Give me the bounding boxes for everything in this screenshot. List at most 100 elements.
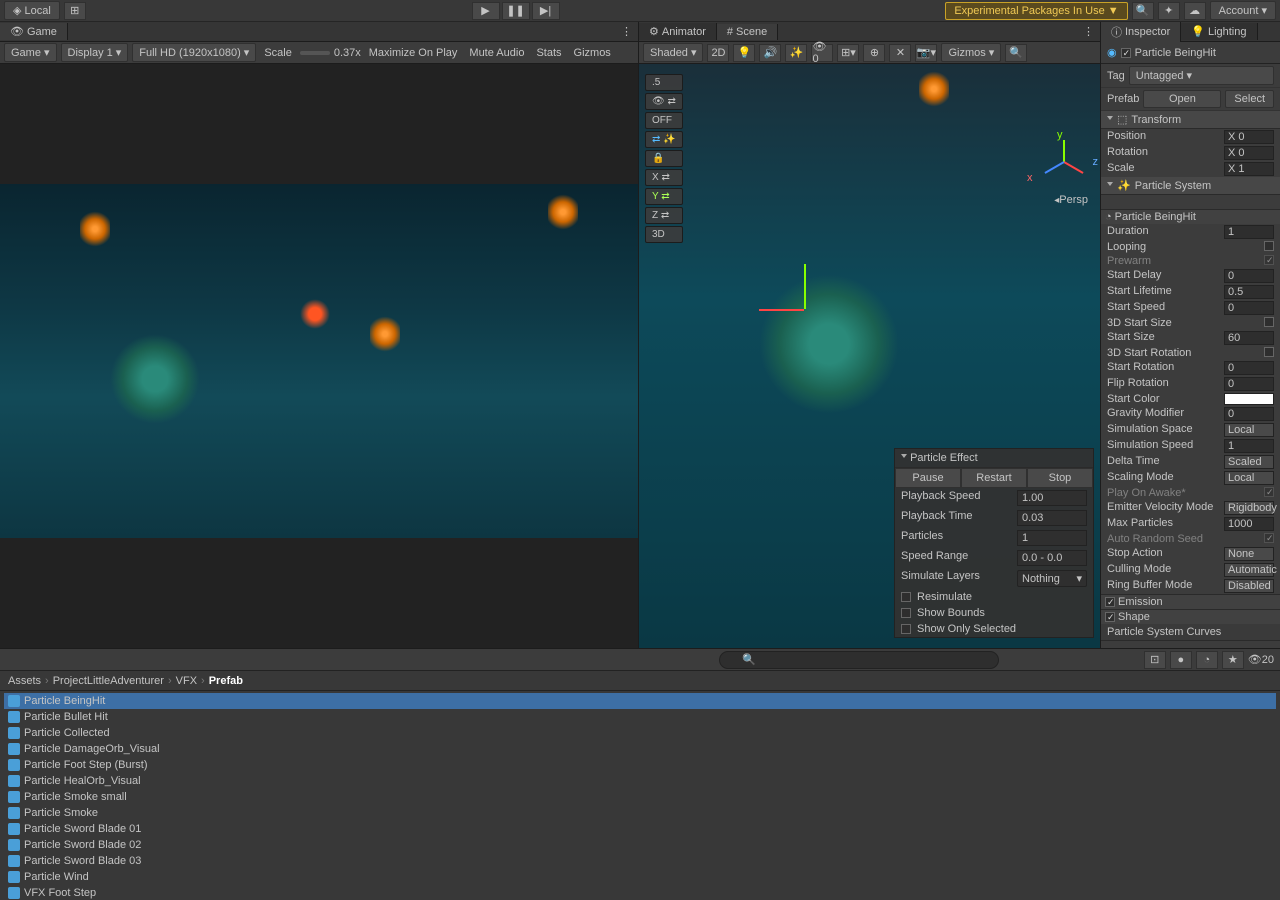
prop-checkbox[interactable] [1264,533,1274,543]
gizmos-dropdown[interactable]: Gizmos ▾ [941,43,1001,62]
asset-item[interactable]: VFX Foot Step [4,885,1276,900]
hidden-icon[interactable]: 👁0 [811,44,833,62]
prop-dropdown[interactable]: Local [1224,423,1274,437]
tool-x[interactable]: X ⇄ [645,169,683,186]
tab-menu-icon[interactable]: ⋮ [1077,25,1100,38]
prop-dropdown[interactable]: Disabled [1224,579,1274,593]
asset-item[interactable]: Particle Smoke small [4,789,1276,805]
breadcrumb[interactable]: Assets›ProjectLittleAdventurer›VFX›Prefa… [0,671,1280,691]
crumb[interactable]: VFX [176,675,197,687]
game-mode-dropdown[interactable]: Game ▾ [4,43,57,62]
step-button[interactable]: ▶| [532,2,560,20]
po-checkbox[interactable] [901,592,911,602]
scale-x[interactable]: X 1 [1224,162,1274,176]
asset-list[interactable]: Particle BeingHitParticle Bullet HitPart… [0,691,1280,900]
color-field[interactable] [1224,393,1274,405]
grid-snap-icon[interactable]: ⊞ [64,2,86,20]
gizmo-y-arrow[interactable] [804,264,806,309]
prefab-select-button[interactable]: Select [1225,90,1274,108]
particle-pause-button[interactable]: Pause [895,468,961,488]
prop-checkbox[interactable] [1264,241,1274,251]
prop-dropdown[interactable]: Automatic [1224,563,1274,577]
favorite-icon[interactable]: ● [1170,651,1192,669]
star-icon[interactable]: ★ [1222,651,1244,669]
module-header[interactable]: Emission [1101,594,1280,609]
tool-eye[interactable]: 👁 ⇄ [645,93,683,110]
package-warning[interactable]: Experimental Packages In Use ▼ [945,2,1127,20]
prop-dropdown[interactable]: Scaled [1224,455,1274,469]
tool-lock[interactable]: 🔒 [645,150,683,167]
search-icon[interactable]: 🔍 [1132,2,1154,20]
lighting-icon[interactable]: 💡 [733,44,755,62]
simulate-layers-dropdown[interactable]: Nothing ▾ [1017,570,1087,587]
scene-viewport[interactable]: .5 👁 ⇄ OFF ⇄ ✨ 🔒 X ⇄ Y ⇄ Z ⇄ 3D y x z ◂P… [639,64,1100,648]
particle-stop-button[interactable]: Stop [1027,468,1093,488]
audio-icon[interactable]: 🔊 [759,44,781,62]
asset-item[interactable]: Particle Sword Blade 02 [4,837,1276,853]
tab-menu-icon[interactable]: ⋮ [615,25,638,38]
tab-game[interactable]: 👁 Game [0,23,68,40]
label-icon[interactable]: ◔ [1196,651,1218,669]
gizmo-x-arrow[interactable] [759,309,804,311]
asset-item[interactable]: Particle Collected [4,725,1276,741]
local-button[interactable]: ◈ Local [4,1,60,20]
position-x[interactable]: X 0 [1224,130,1274,144]
stats-toggle[interactable]: Stats [532,47,565,59]
prop-dropdown[interactable]: Local [1224,471,1274,485]
module-header[interactable]: Shape [1101,609,1280,624]
prop-dropdown[interactable]: Rigidbody [1224,501,1274,515]
prop-field[interactable]: 1000 [1224,517,1274,531]
tab-inspector[interactable]: ⓘ Inspector [1101,22,1181,42]
object-name[interactable]: Particle BeingHit [1135,47,1274,59]
prop-field[interactable]: 1 [1224,225,1274,239]
asset-item[interactable]: Particle Sword Blade 01 [4,821,1276,837]
tab-scene[interactable]: # Scene [717,24,778,40]
main-module-header[interactable]: ◔ Particle BeingHit [1101,209,1280,224]
cloud-icon[interactable]: ☁ [1184,2,1206,20]
snap-icon[interactable]: ⊕ [863,44,885,62]
prop-field[interactable]: 0 [1224,361,1274,375]
po-value[interactable]: 1 [1017,530,1087,546]
particle-system-header[interactable]: ✨ Particle System [1101,177,1280,195]
po-checkbox[interactable] [901,624,911,634]
tag-dropdown[interactable]: Untagged ▾ [1129,66,1274,85]
pause-button[interactable]: ❚❚ [502,2,530,20]
2d-toggle[interactable]: 2D [707,44,729,62]
prop-field[interactable]: 60 [1224,331,1274,345]
play-button[interactable]: ▶ [472,2,500,20]
prop-checkbox[interactable] [1264,317,1274,327]
prop-field[interactable]: 0.5 [1224,285,1274,299]
shading-dropdown[interactable]: Shaded ▾ [643,43,703,62]
prop-dropdown[interactable]: None [1224,547,1274,561]
asset-item[interactable]: Particle Bullet Hit [4,709,1276,725]
tool-3d[interactable]: 3D [645,226,683,243]
crumb[interactable]: ProjectLittleAdventurer [53,675,164,687]
asset-item[interactable]: Particle Foot Step (Burst) [4,757,1276,773]
tool-z[interactable]: Z ⇄ [645,207,683,224]
asset-item[interactable]: Particle DamageOrb_Visual [4,741,1276,757]
filter-icon[interactable]: ⊡ [1144,651,1166,669]
prop-field[interactable]: 0 [1224,377,1274,391]
asset-item[interactable]: Particle BeingHit [4,693,1276,709]
prop-checkbox[interactable] [1264,487,1274,497]
po-checkbox[interactable] [901,608,911,618]
mute-toggle[interactable]: Mute Audio [465,47,528,59]
asset-item[interactable]: Particle Wind [4,869,1276,885]
po-value[interactable]: 0.0 - 0.0 [1017,550,1087,566]
curves-header[interactable]: Particle System Curves [1101,624,1280,641]
grid-icon[interactable]: ⊞▾ [837,44,859,62]
fx-icon[interactable]: ✨ [785,44,807,62]
asset-item[interactable]: Particle Smoke [4,805,1276,821]
prop-field[interactable]: 0 [1224,269,1274,283]
prop-field[interactable]: 1 [1224,439,1274,453]
game-viewport[interactable] [0,184,638,538]
tool-value[interactable]: .5 [645,74,683,91]
camera-icon[interactable]: 📷▾ [915,44,937,62]
account-button[interactable]: Account ▾ [1210,1,1276,20]
rotation-x[interactable]: X 0 [1224,146,1274,160]
po-value[interactable]: 1.00 [1017,490,1087,506]
orientation-gizmo[interactable]: y x z [1035,134,1090,189]
prop-checkbox[interactable] [1264,255,1274,265]
project-search-input[interactable] [719,651,999,669]
po-value[interactable]: 0.03 [1017,510,1087,526]
